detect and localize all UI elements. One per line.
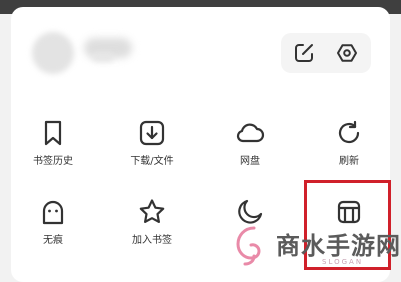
tile-night-mode[interactable] bbox=[205, 197, 295, 257]
settings-button[interactable] bbox=[335, 41, 359, 65]
tile-refresh[interactable]: 刷新 bbox=[304, 118, 394, 178]
tile-label: 网盘 bbox=[240, 156, 260, 167]
tile-label: 书签历史 bbox=[33, 156, 73, 167]
star-icon bbox=[137, 197, 167, 227]
toolbox-icon bbox=[334, 197, 364, 227]
bookmark-icon bbox=[38, 118, 68, 148]
username-sub-blurred bbox=[92, 52, 114, 62]
edit-icon bbox=[292, 41, 316, 65]
header-actions bbox=[281, 33, 371, 73]
cloud-icon bbox=[235, 118, 265, 148]
tile-label: 加入书签 bbox=[132, 235, 172, 246]
tile-label: 下载/文件 bbox=[130, 156, 174, 167]
tile-cloud-drive[interactable]: 网盘 bbox=[205, 118, 295, 178]
tile-label: 刷新 bbox=[339, 156, 359, 167]
download-icon bbox=[137, 118, 167, 148]
tile-bookmarks-history[interactable]: 书签历史 bbox=[8, 118, 98, 178]
hexagon-settings-icon bbox=[335, 41, 359, 65]
refresh-icon bbox=[334, 118, 364, 148]
tile-toolbox[interactable] bbox=[304, 197, 394, 257]
tile-label: 无痕 bbox=[43, 235, 63, 246]
edit-button[interactable] bbox=[292, 41, 316, 65]
moon-icon bbox=[235, 197, 265, 227]
tile-incognito[interactable]: 无痕 bbox=[8, 197, 98, 257]
tile-downloads-files[interactable]: 下载/文件 bbox=[107, 118, 197, 178]
tile-add-bookmark[interactable]: 加入书签 bbox=[107, 197, 197, 257]
ghost-icon bbox=[38, 197, 68, 227]
avatar[interactable] bbox=[32, 32, 74, 74]
